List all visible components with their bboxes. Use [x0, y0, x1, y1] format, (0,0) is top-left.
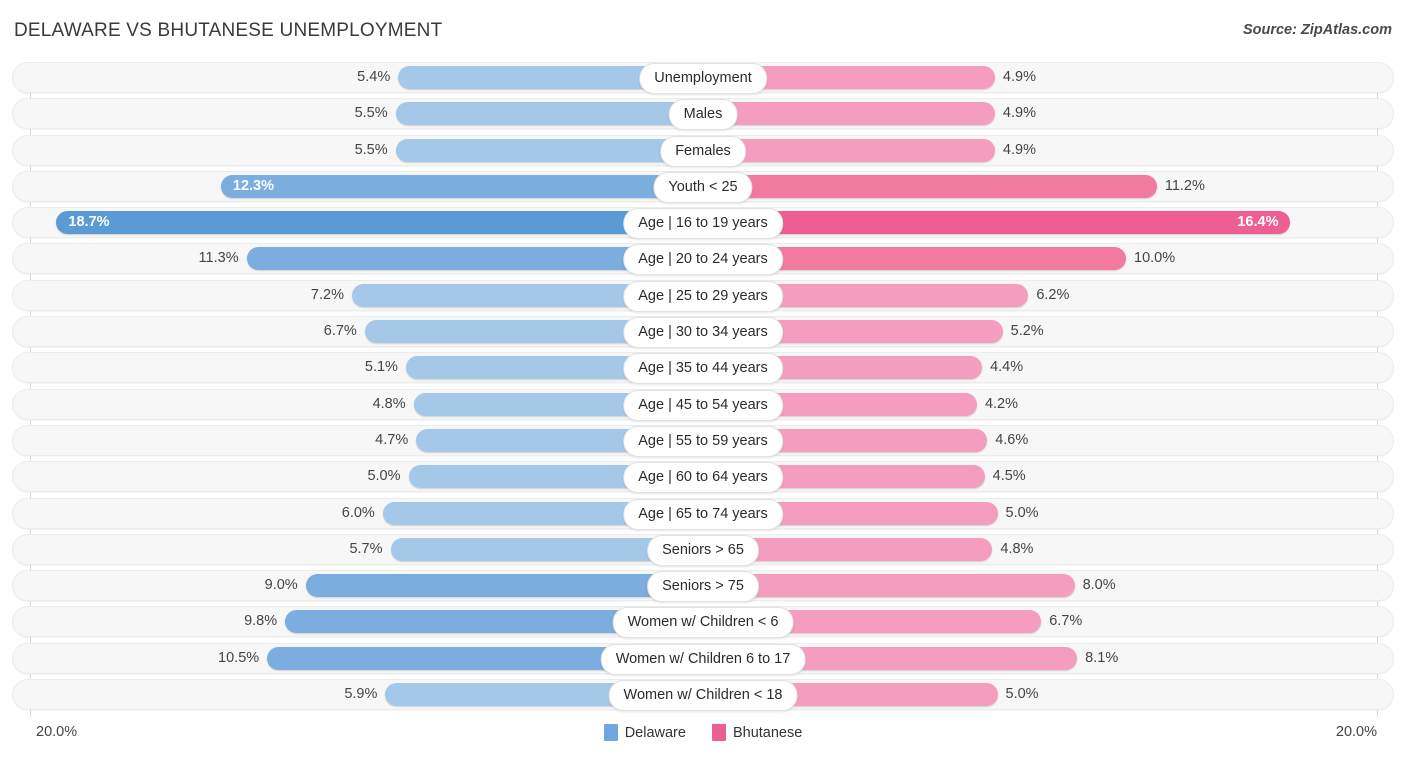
- value-label-bhutanese: 6.2%: [1036, 286, 1070, 303]
- value-label-bhutanese: 4.6%: [995, 431, 1029, 448]
- row-category-label: Seniors > 75: [647, 571, 759, 603]
- row-category-label: Age | 20 to 24 years: [623, 244, 783, 276]
- legend-item[interactable]: Delaware: [603, 724, 686, 741]
- chart-row: 5.0% 4.5% Age | 60 to 64 years: [0, 461, 1406, 494]
- chart-legend: Delaware Bhutanese: [0, 724, 1406, 741]
- row-category-label: Seniors > 65: [647, 534, 759, 566]
- chart-row: 9.8% 6.7% Women w/ Children < 6: [0, 606, 1406, 639]
- page-title: DELAWARE VS BHUTANESE UNEMPLOYMENT: [14, 20, 443, 41]
- value-label-delaware: 5.0%: [367, 468, 401, 485]
- row-category-label: Unemployment: [639, 63, 767, 94]
- row-category-label: Women w/ Children < 6: [612, 607, 794, 639]
- chart-row: 6.7% 5.2% Age | 30 to 34 years: [0, 316, 1406, 349]
- value-label-delaware: 9.8%: [244, 613, 278, 630]
- chart-row: 5.9% 5.0% Women w/ Children < 18: [0, 679, 1406, 712]
- value-label-bhutanese: 4.9%: [1002, 141, 1036, 158]
- value-label-bhutanese: 4.5%: [992, 468, 1026, 485]
- legend-swatch-icon: [711, 724, 726, 741]
- value-label-delaware: 7.2%: [310, 286, 344, 303]
- row-category-label: Age | 25 to 29 years: [623, 280, 783, 312]
- value-label-delaware: 5.5%: [354, 141, 388, 158]
- value-label-bhutanese: 8.1%: [1085, 649, 1119, 666]
- value-label-bhutanese: 5.0%: [1005, 504, 1039, 521]
- value-label-delaware: 5.5%: [354, 105, 388, 122]
- value-label-delaware: 4.8%: [372, 395, 406, 412]
- value-label-bhutanese: 5.2%: [1010, 323, 1044, 340]
- chart-row: 18.7% 16.4% Age | 16 to 19 years: [0, 207, 1406, 240]
- row-category-label: Age | 55 to 59 years: [623, 425, 783, 457]
- value-label-bhutanese: 11.2%: [1164, 177, 1205, 194]
- bar-bhutanese: [703, 102, 995, 126]
- row-category-label: Age | 35 to 44 years: [623, 353, 783, 385]
- value-label-delaware: 5.7%: [349, 540, 383, 557]
- value-label-delaware: 5.9%: [344, 686, 378, 703]
- chart-row: 5.1% 4.4% Age | 35 to 44 years: [0, 352, 1406, 385]
- value-label-delaware: 18.7%: [68, 214, 110, 231]
- chart-row: 10.5% 8.1% Women w/ Children 6 to 17: [0, 642, 1406, 675]
- row-category-label: Males: [668, 99, 738, 131]
- row-category-label: Women w/ Children 6 to 17: [600, 643, 806, 675]
- source-attribution: Source: ZipAtlas.com: [1242, 22, 1392, 38]
- chart-row: 5.4% 4.9% Unemployment: [0, 62, 1406, 94]
- legend-swatch-icon: [603, 724, 618, 741]
- bar-bhutanese: [703, 211, 1291, 235]
- value-label-delaware: 10.5%: [218, 649, 260, 666]
- value-label-bhutanese: 4.9%: [1002, 69, 1036, 85]
- chart-row: 9.0% 8.0% Seniors > 75: [0, 570, 1406, 603]
- bar-delaware: [305, 574, 703, 598]
- chart-row: 6.0% 5.0% Age | 65 to 74 years: [0, 497, 1406, 530]
- chart-plot-area: 5.4% 4.9% Unemployment 5.5% 4.9% Males 5.5% 4.9…: [0, 62, 1406, 717]
- chart-row: 4.8% 4.2% Age | 45 to 54 years: [0, 388, 1406, 421]
- chart-row: 7.2% 6.2% Age | 25 to 29 years: [0, 279, 1406, 312]
- value-label-bhutanese: 5.0%: [1005, 686, 1039, 703]
- bar-delaware: [395, 138, 703, 162]
- value-label-bhutanese: 6.7%: [1049, 613, 1083, 630]
- chart-footer: 20.0% 20.0% Delaware Bhutanese: [0, 718, 1406, 757]
- value-label-bhutanese: 4.2%: [984, 395, 1018, 412]
- row-category-label: Age | 65 to 74 years: [623, 498, 783, 530]
- row-category-label: Women w/ Children < 18: [608, 680, 798, 712]
- value-label-bhutanese: 4.4%: [990, 359, 1024, 376]
- bar-delaware: [56, 211, 703, 235]
- chart-rows: 5.4% 4.9% Unemployment 5.5% 4.9% Males 5.5% 4.9…: [0, 62, 1406, 715]
- value-label-delaware: 5.4%: [357, 69, 391, 85]
- value-label-bhutanese: 4.9%: [1002, 105, 1036, 122]
- value-label-bhutanese: 4.8%: [1000, 540, 1034, 557]
- bar-delaware: [220, 174, 703, 198]
- legend-label: Delaware: [624, 724, 686, 741]
- chart-row: 5.5% 4.9% Males: [0, 98, 1406, 131]
- value-label-bhutanese: 8.0%: [1082, 577, 1116, 594]
- bar-bhutanese: [703, 138, 995, 162]
- value-label-delaware: 6.7%: [323, 323, 357, 340]
- row-category-label: Age | 60 to 64 years: [623, 462, 783, 494]
- row-category-label: Age | 45 to 54 years: [623, 389, 783, 421]
- row-category-label: Age | 16 to 19 years: [623, 208, 783, 240]
- row-category-label: Youth < 25: [653, 171, 753, 203]
- row-category-label: Age | 30 to 34 years: [623, 317, 783, 349]
- legend-label: Bhutanese: [732, 724, 803, 741]
- value-label-delaware: 5.1%: [364, 359, 398, 376]
- bar-delaware: [395, 102, 703, 126]
- chart-header: DELAWARE VS BHUTANESE UNEMPLOYMENT Sourc…: [0, 0, 1406, 60]
- value-label-delaware: 6.0%: [341, 504, 375, 521]
- value-label-delaware: 9.0%: [264, 577, 298, 594]
- chart-row: 5.7% 4.8% Seniors > 65: [0, 533, 1406, 566]
- chart-row: 11.3% 10.0% Age | 20 to 24 years: [0, 243, 1406, 276]
- value-label-bhutanese: 10.0%: [1134, 250, 1176, 267]
- value-label-delaware: 12.3%: [232, 177, 274, 194]
- value-label-delaware: 4.7%: [375, 431, 409, 448]
- row-category-label: Females: [660, 135, 746, 167]
- value-label-delaware: 11.3%: [198, 250, 239, 267]
- legend-item[interactable]: Bhutanese: [711, 724, 803, 741]
- chart-row: 4.7% 4.6% Age | 55 to 59 years: [0, 424, 1406, 457]
- bar-bhutanese: [703, 174, 1157, 198]
- chart-row: 5.5% 4.9% Females: [0, 134, 1406, 167]
- chart-row: 12.3% 11.2% Youth < 25: [0, 170, 1406, 203]
- value-label-bhutanese: 16.4%: [1237, 214, 1279, 231]
